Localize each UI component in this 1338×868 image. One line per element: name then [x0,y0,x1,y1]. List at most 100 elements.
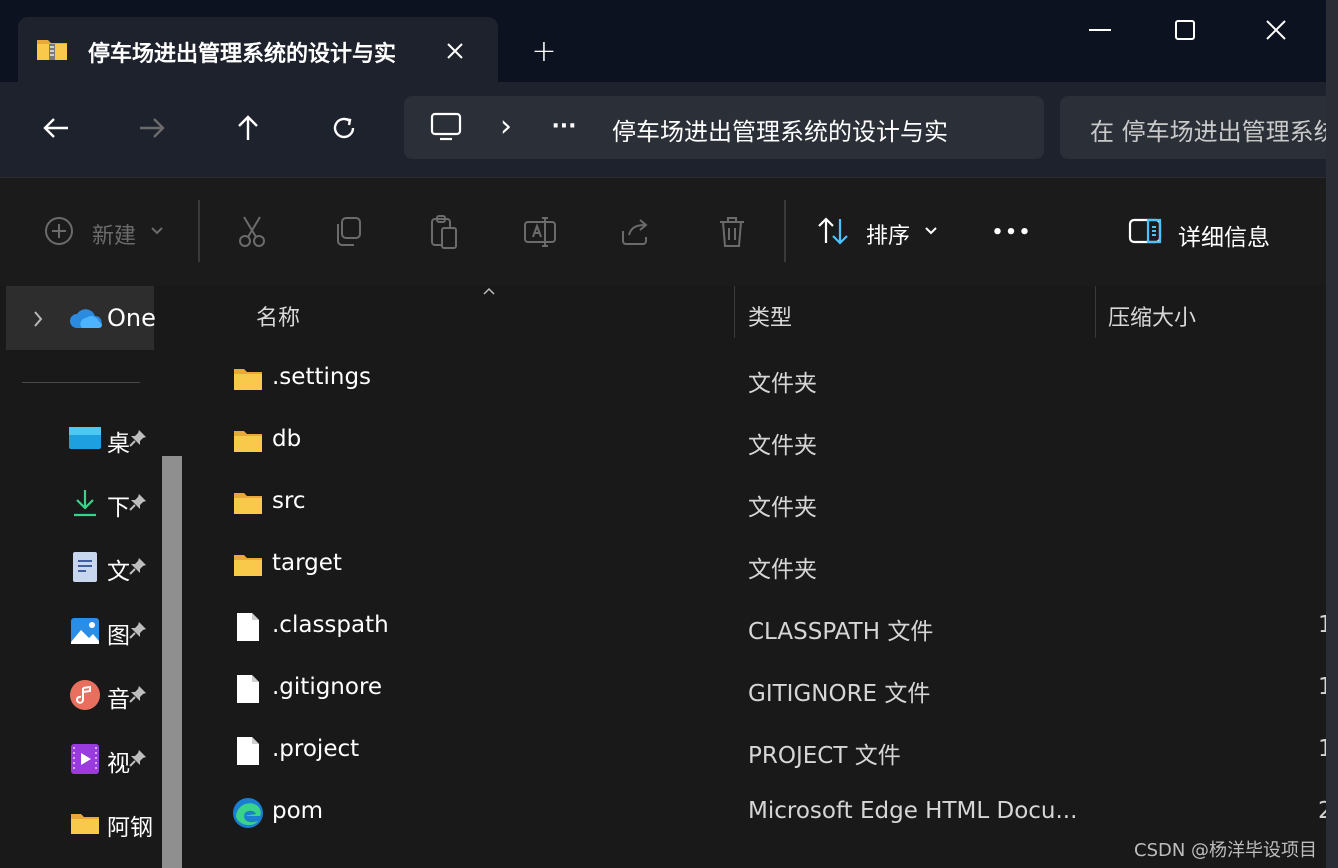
file-type: Microsoft Edge HTML Docu... [748,798,1078,824]
copy-button[interactable] [324,208,372,256]
file-row[interactable]: db 文件夹 [190,410,1326,472]
sidebar-scrollbar[interactable] [162,456,182,868]
column-divider[interactable] [1095,286,1096,338]
new-tab-button[interactable]: + [522,33,566,69]
file-name: src [272,488,306,514]
maximize-button[interactable] [1155,10,1215,50]
paste-button[interactable] [420,208,468,256]
edge-browser-icon [232,796,264,830]
folder-icon [232,486,264,520]
pin-icon[interactable] [126,682,150,706]
file-compressed-size: 1 [1318,612,1326,638]
file-icon [232,734,264,768]
sidebar-item-quick-access[interactable]: 视 [60,736,160,784]
document-icon [68,550,102,584]
file-type: 文件夹 [748,433,817,459]
arrow-up-icon [238,115,258,140]
toolbar-divider [784,200,786,262]
address-bar[interactable]: › ··· 停车场进出管理系统的设计与实 [404,96,1044,159]
this-pc-icon [428,110,464,144]
column-header-name[interactable]: 名称 [256,300,300,332]
sort-indicator-icon [483,287,495,295]
rename-button[interactable] [516,208,564,256]
up-button[interactable] [224,106,272,150]
sidebar-item-quick-access[interactable]: 下 [60,480,160,528]
music-icon [68,678,102,712]
file-compressed-size: 1 [1318,736,1326,762]
file-row[interactable]: .project PROJECT 文件 1 [190,720,1326,782]
file-list: 名称 类型 压缩大小 .settings 文件夹 db 文件夹 src 文件夹 target… [190,286,1326,868]
new-button[interactable]: 新建 [40,210,170,254]
chevron-down-icon [151,227,163,235]
file-row[interactable]: pom Microsoft Edge HTML Docu... 2 [190,782,1326,844]
minimize-icon [1089,29,1111,31]
sidebar-item-quick-access[interactable]: 阿钢 [60,800,160,848]
close-tab-icon[interactable] [438,34,472,68]
cut-button[interactable] [228,208,276,256]
trash-icon [720,217,744,247]
file-type: GITIGNORE 文件 [748,681,931,707]
share-button[interactable] [612,208,660,256]
file-name: .gitignore [272,674,383,700]
add-circle-icon [45,217,73,245]
new-button-label: 新建 [92,224,137,249]
details-pane-icon [1128,218,1162,244]
more-options-button[interactable]: ••• [984,212,1040,252]
watermark: CSDN @杨洋毕设项目 [1134,840,1318,861]
file-type: 文件夹 [748,495,817,521]
minimize-button[interactable] [1070,10,1130,50]
details-pane-button[interactable]: 详细信息 [1126,210,1306,254]
file-icon [232,610,264,644]
column-divider[interactable] [734,286,735,338]
file-type: 文件夹 [748,371,817,397]
search-box[interactable]: 在 停车场进出管理系统的设计与实 [1060,96,1326,159]
back-button[interactable] [32,106,80,150]
sidebar-item-quick-access[interactable]: 图 [60,608,160,656]
sidebar-item-onedrive[interactable]: One [6,286,156,350]
navigation-pane: One 桌下文图音视阿钢 [0,286,190,868]
folder-icon [232,548,264,582]
pin-icon[interactable] [126,490,150,514]
pin-icon[interactable] [126,426,150,450]
file-name: .settings [272,364,372,390]
search-placeholder: 在 停车场进出管理系统的设计与实 [1090,118,1326,144]
share-icon [622,219,648,245]
sidebar-item-quick-access[interactable]: 文 [60,544,160,592]
sidebar-item-quick-access[interactable]: 桌 [60,416,160,464]
column-header-type[interactable]: 类型 [748,300,792,332]
tab-title: 停车场进出管理系统的设计与实 [88,42,397,66]
clipboard-icon [431,215,457,249]
file-row[interactable]: src 文件夹 [190,472,1326,534]
file-name: .classpath [272,612,389,638]
forward-button[interactable] [128,106,176,150]
sort-button-label: 排序 [866,224,911,249]
file-type: CLASSPATH 文件 [748,619,934,645]
breadcrumb-current-folder[interactable]: 停车场进出管理系统的设计与实 [612,112,990,144]
download-icon [68,486,102,520]
active-tab[interactable]: 停车场进出管理系统的设计与实 [18,17,498,83]
rename-icon [524,217,556,247]
pin-icon[interactable] [126,746,150,770]
window-edge [1326,0,1338,868]
plus-icon: + [531,33,557,69]
pin-icon[interactable] [126,554,150,578]
copy-icon [337,217,361,246]
file-row[interactable]: .classpath CLASSPATH 文件 1 [190,596,1326,658]
file-row[interactable]: .settings 文件夹 [190,348,1326,410]
file-type: 文件夹 [748,557,817,583]
refresh-icon [333,117,355,139]
sidebar-item-quick-access[interactable]: 音 [60,672,160,720]
close-window-button[interactable] [1246,10,1306,50]
column-header-size[interactable]: 压缩大小 [1108,300,1196,332]
breadcrumb-more-button[interactable]: ··· [544,109,584,143]
file-name: db [272,426,302,452]
delete-button[interactable] [708,208,756,256]
file-row[interactable]: target 文件夹 [190,534,1326,596]
file-compressed-size: 1 [1318,674,1326,700]
chevron-down-icon [925,227,937,235]
sort-button[interactable]: 排序 [814,210,944,254]
file-row[interactable]: .gitignore GITIGNORE 文件 1 [190,658,1326,720]
pin-icon[interactable] [126,618,150,642]
breadcrumb-chevron-icon[interactable]: › [494,109,518,144]
refresh-button[interactable] [320,106,368,150]
